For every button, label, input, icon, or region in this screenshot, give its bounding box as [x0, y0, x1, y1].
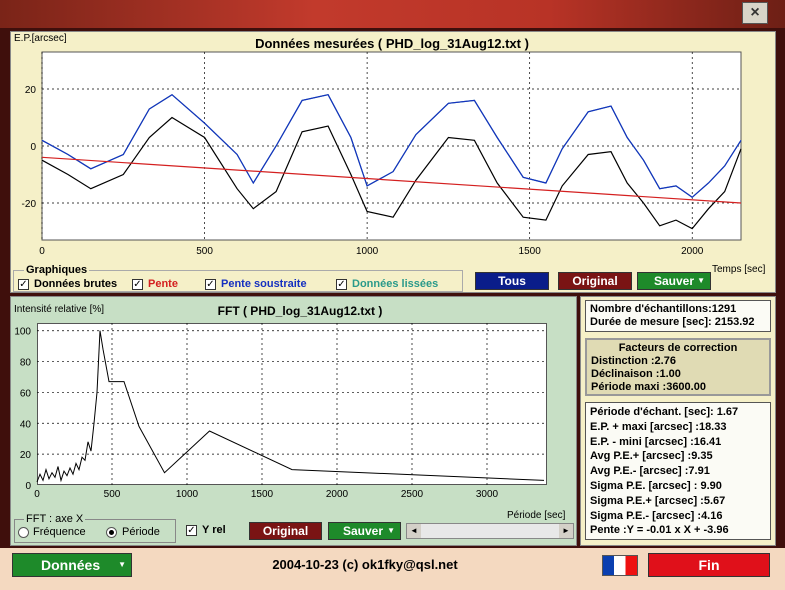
fft-original-button[interactable]: Original [249, 522, 322, 540]
fft-y-tick-label: 40 [20, 419, 32, 430]
distinction-value: Distinction :2.76 [591, 355, 676, 367]
main-chart: 0 500 1000 1500 2000 20 0 -20 [22, 51, 742, 257]
pe-min: E.P. - mini [arcsec] :16.41 [590, 435, 722, 448]
yrel-label: Y rel [202, 524, 226, 536]
sigma-pe-minus: Sigma P.E.- [arcsec] :4.16 [590, 509, 723, 522]
main-y-tick-label: 20 [25, 85, 37, 96]
original-button[interactable]: Original [558, 272, 632, 290]
fft-series-line [36, 330, 545, 483]
fft-save-button-label: Sauver [343, 524, 384, 538]
main-x-tick-label: 1000 [356, 246, 379, 257]
fft-y-tick-label: 60 [20, 388, 32, 399]
yrel-checkbox[interactable]: ✓ [186, 525, 197, 536]
fft-y-tick-label: 20 [20, 450, 32, 461]
fft-save-button[interactable]: Sauver ▼ [328, 522, 401, 540]
smoothed-data-checkbox[interactable]: ✓ [336, 279, 347, 290]
smoothed-data-label: Données lissées [352, 278, 439, 290]
avg-pe-minus: Avg P.E.- [arcsec] :7.91 [590, 465, 710, 478]
save-button-label: Sauver [654, 274, 695, 288]
slope-checkbox[interactable]: ✓ [132, 279, 143, 290]
main-x-tick-label: 500 [196, 246, 213, 257]
main-x-tick-label: 0 [39, 246, 45, 257]
fft-y-tick-label: 100 [14, 327, 31, 338]
fft-axis-group-label: FFT : axe X [24, 513, 86, 525]
slope-label: Pente [148, 278, 178, 290]
scroll-right-icon[interactable]: ► [559, 524, 573, 538]
fft-x-tick-label: 1000 [176, 489, 199, 500]
measure-duration: Durée de mesure [sec]: 2153.92 [590, 316, 755, 328]
main-x-tick-label: 2000 [681, 246, 704, 257]
fft-x-tick-label: 0 [34, 489, 40, 500]
fft-y-tick-label: 0 [25, 481, 31, 492]
fft-save-dropdown-icon: ▼ [387, 526, 395, 535]
period-label: Période [122, 526, 160, 538]
sigma-pe: Sigma P.E. [arcsec] : 9.90 [590, 479, 722, 492]
data-dropdown-icon: ▼ [118, 560, 126, 569]
fft-x-tick-label: 2500 [401, 489, 424, 500]
exit-button[interactable]: Fin [648, 553, 770, 577]
avg-pe-plus: Avg P.E.+ [arcsec] :9.35 [590, 450, 713, 463]
fft-chart: 0 500 1000 1500 2000 2500 3000 100 80 60 40 20 0 [14, 323, 547, 500]
raw-data-checkbox[interactable]: ✓ [18, 279, 29, 290]
fft-y-tick-label: 80 [20, 358, 32, 369]
data-button-label: Données [41, 557, 101, 573]
samples-count: Nombre d'échantillons:1291 [590, 303, 737, 315]
frequency-label: Fréquence [33, 526, 86, 538]
max-period-value: Période maxi :3600.00 [591, 381, 706, 393]
sample-period: Période d'échant. [sec]: 1.67 [590, 406, 739, 418]
main-y-tick-label: 0 [30, 142, 36, 153]
correction-title: Facteurs de correction [618, 342, 738, 354]
fft-x-tick-label: 1500 [251, 489, 274, 500]
fft-x-axis-label: Période [sec] [507, 510, 566, 521]
slope-equation: Pente :Y = -0.01 x X + -3.96 [590, 524, 729, 537]
sigma-pe-plus: Sigma P.E.+ [arcsec] :5.67 [590, 494, 726, 507]
fft-x-tick-label: 3000 [476, 489, 499, 500]
measures-box: Période d'échant. [sec]: 1.67 E.P. + max… [585, 402, 771, 540]
save-button[interactable]: Sauver ▼ [637, 272, 711, 290]
pe-max: E.P. + maxi [arcsec] :18.33 [590, 420, 727, 433]
declination-value: Déclinaison :1.00 [591, 368, 681, 380]
fft-x-tick-label: 2000 [326, 489, 349, 500]
main-plot-area [41, 51, 742, 241]
fft-x-tick-label: 500 [104, 489, 121, 500]
main-y-tick-label: -20 [22, 199, 37, 210]
subtracted-slope-checkbox[interactable]: ✓ [205, 279, 216, 290]
save-dropdown-icon: ▼ [697, 276, 705, 285]
frequency-radio[interactable] [18, 527, 29, 538]
subtracted-slope-label: Pente soustraite [221, 278, 307, 290]
graph-options-title: Graphiques [24, 264, 90, 276]
period-radio[interactable] [106, 527, 117, 538]
footer-copyright: 2004-10-23 (c) ok1fky@qsl.net [272, 557, 458, 572]
main-x-tick-label: 1500 [519, 246, 542, 257]
fft-scrollbar[interactable] [406, 523, 574, 539]
scroll-left-icon[interactable]: ◄ [407, 524, 421, 538]
all-button[interactable]: Tous [475, 272, 549, 290]
stats-box: Nombre d'échantillons:1291 Durée de mesu… [585, 300, 771, 332]
data-button[interactable]: Données ▼ [12, 553, 132, 577]
raw-data-label: Données brutes [34, 278, 118, 290]
main-x-axis-label: Temps [sec] [712, 264, 766, 275]
correction-box: Facteurs de correction Distinction :2.76… [585, 338, 771, 396]
french-flag-icon[interactable] [602, 555, 638, 576]
